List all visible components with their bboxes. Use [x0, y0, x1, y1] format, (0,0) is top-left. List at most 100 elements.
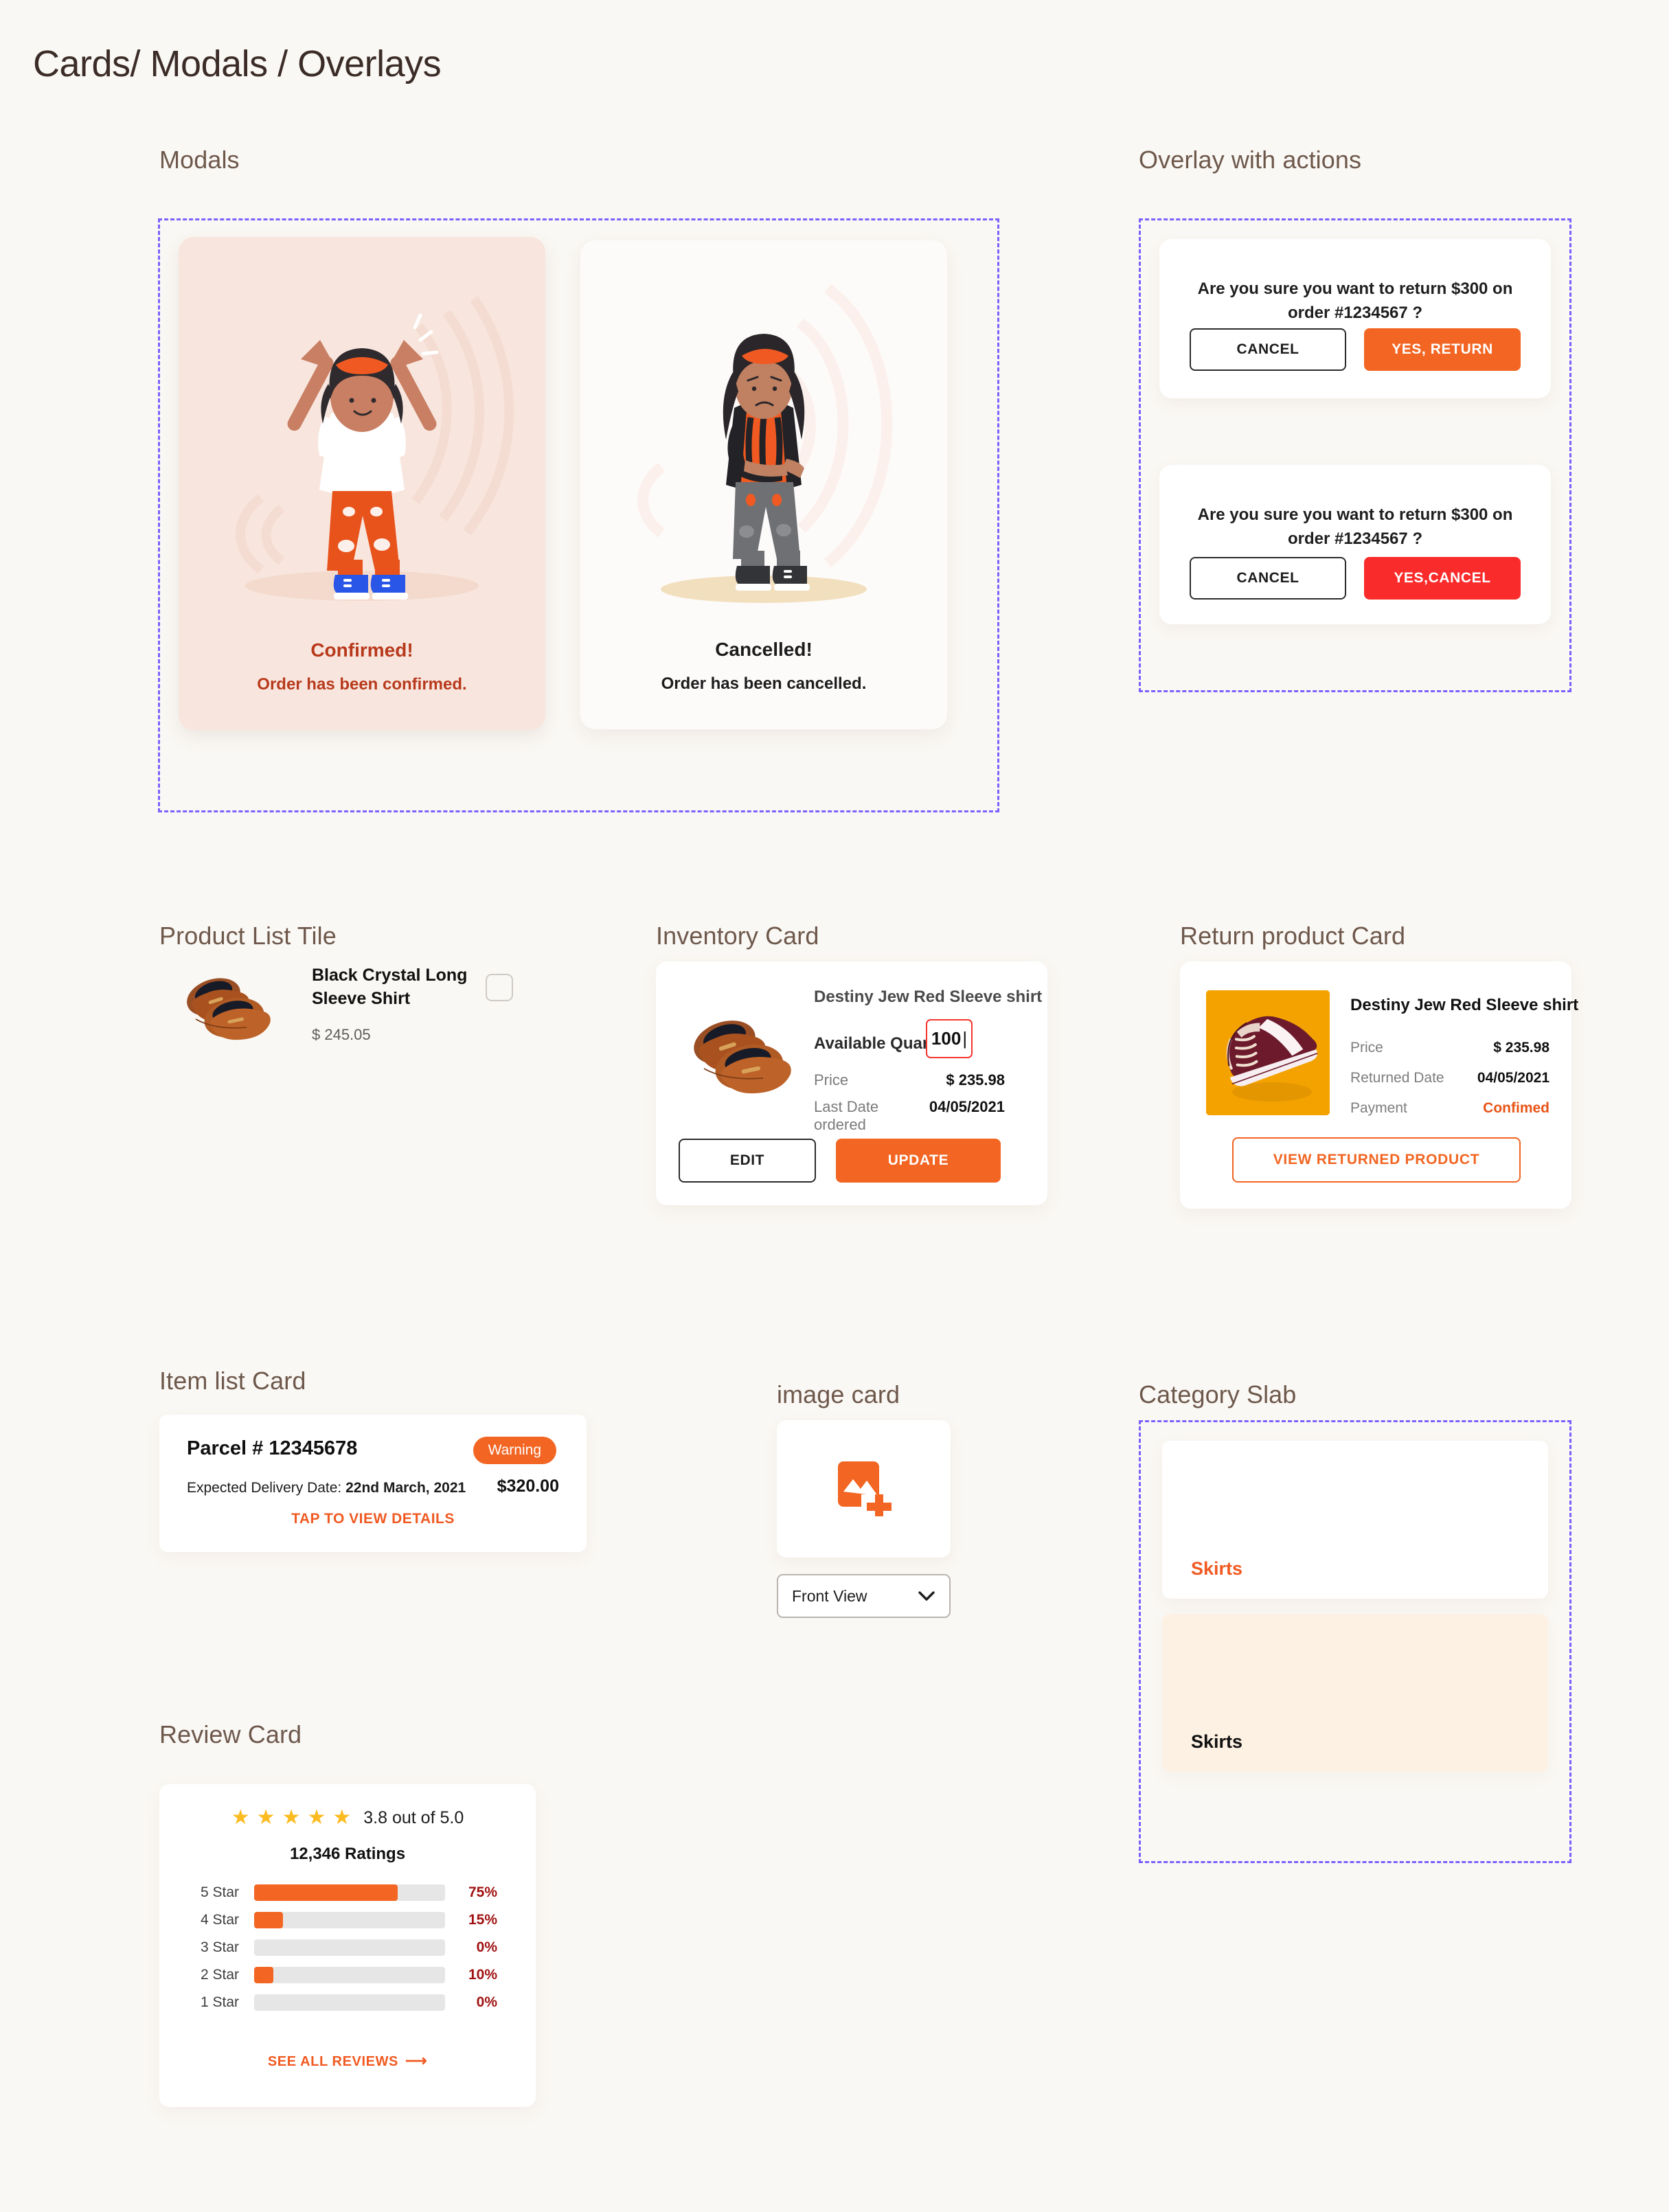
rating-bar-track: [254, 1967, 445, 1983]
modal-subtitle: Order has been cancelled.: [661, 674, 867, 693]
category-slab-cream[interactable]: Skirts: [1162, 1614, 1548, 1772]
update-button[interactable]: UPDATE: [836, 1139, 1001, 1183]
brown-loafers-image: [694, 1021, 791, 1094]
view-returned-product-button[interactable]: VIEW RETURNED PRODUCT: [1232, 1137, 1521, 1183]
product-price: $ 245.05: [312, 1026, 371, 1043]
section-label-item-list-card: Item list Card: [159, 1367, 306, 1395]
category-label: Skirts: [1191, 1731, 1243, 1752]
row-value: 04/05/2021: [929, 1098, 1005, 1115]
return-row-date: Returned Date 04/05/2021: [1350, 1070, 1549, 1086]
rating-bar-percent: 75%: [468, 1884, 497, 1900]
inventory-product-title: Destiny Jew Red Sleeve shirt: [814, 988, 1043, 1006]
rating-bar-row: 4 Star 15%: [201, 1912, 497, 1928]
edit-button[interactable]: EDIT: [679, 1139, 816, 1183]
yes-cancel-button[interactable]: YES,CANCEL: [1364, 557, 1521, 600]
product-select-checkbox[interactable]: [486, 974, 513, 1001]
see-all-reviews-link[interactable]: SEE ALL REVIEWS ⟶: [159, 2052, 536, 2070]
section-label-review-card: Review Card: [159, 1720, 302, 1748]
rating-bar-fill: [254, 1912, 283, 1928]
status-badge: Confimed: [1483, 1100, 1549, 1116]
cancel-button[interactable]: CANCEL: [1190, 328, 1346, 371]
rating-bar-percent: 0%: [476, 1994, 497, 2010]
expected-delivery-date: Expected Delivery Date: 22nd March, 2021: [187, 1480, 466, 1496]
yes-return-button[interactable]: YES, RETURN: [1364, 328, 1521, 371]
overlay-dialog-return: Are you sure you want to return $300 on …: [1159, 239, 1551, 398]
delivery-prefix: Expected Delivery Date:: [187, 1480, 346, 1496]
rating-bar-track: [254, 1994, 445, 2011]
maroon-sneaker-image: [1206, 990, 1330, 1115]
modal-confirmed-texts: Confirmed! Order has been confirmed.: [179, 639, 545, 694]
section-label-product-list-tile: Product List Tile: [159, 922, 337, 950]
row-value: $ 235.98: [1493, 1040, 1549, 1056]
rating-bar-label: 4 Star: [201, 1912, 240, 1928]
dialog-question: Are you sure you want to return $300 on …: [1197, 505, 1513, 548]
star-icon: ★: [307, 1806, 326, 1829]
cancel-button[interactable]: CANCEL: [1190, 557, 1346, 600]
rating-bar-percent: 15%: [468, 1912, 497, 1928]
inventory-card: Destiny Jew Red Sleeve shirt Available Q…: [656, 961, 1047, 1205]
chevron-down-icon: [918, 1591, 935, 1601]
modal-cancelled[interactable]: Cancelled! Order has been cancelled.: [580, 240, 947, 729]
image-card[interactable]: [777, 1420, 951, 1558]
product-list-tile[interactable]: Black Crystal Long Sleeve Shirt $ 245.05: [159, 961, 516, 1051]
modal-title: Confirmed!: [310, 639, 413, 661]
modal-subtitle: Order has been confirmed.: [257, 675, 467, 694]
rating-bar-percent: 10%: [468, 1967, 497, 1983]
rating-bar-row: 2 Star 10%: [201, 1967, 497, 1983]
section-label-overlay: Overlay with actions: [1139, 146, 1362, 174]
row-value: 04/05/2021: [1477, 1070, 1549, 1086]
section-label-modals: Modals: [159, 146, 240, 174]
return-product-title: Destiny Jew Red Sleeve shirt: [1350, 996, 1579, 1014]
dialog-question: Are you sure you want to return $300 on …: [1197, 280, 1513, 322]
arrow-right-icon: ⟶: [405, 2052, 428, 2069]
status-badge: Warning: [473, 1437, 556, 1464]
delivery-date: 22nd March, 2021: [345, 1480, 466, 1496]
rating-bar-track: [254, 1884, 445, 1901]
rating-bar-row: 5 Star 75%: [201, 1884, 497, 1901]
dialog-actions: CANCEL YES,CANCEL: [1190, 557, 1521, 600]
rating-bar-label: 5 Star: [201, 1884, 240, 1900]
star-icon: ★: [231, 1806, 250, 1829]
amount: $320.00: [497, 1476, 559, 1496]
happy-woman-illustration: [236, 295, 514, 601]
return-row-payment: Payment Confimed: [1350, 1100, 1549, 1117]
rating-bar-row: 3 Star 0%: [201, 1939, 497, 1956]
ratings-count: 12,346 Ratings: [289, 1845, 406, 1863]
rating-bar-label: 1 Star: [201, 1994, 240, 2010]
page-title: Cards/ Modals / Overlays: [33, 43, 442, 84]
overlay-dialog-cancel: Are you sure you want to return $300 on …: [1159, 465, 1551, 624]
view-select-value: Front View: [792, 1586, 867, 1605]
parcel-number: Parcel # 12345678: [187, 1437, 358, 1459]
product-name: Black Crystal Long Sleeve Shirt: [312, 966, 468, 1008]
see-all-reviews-label: SEE ALL REVIEWS: [267, 2054, 398, 2069]
rating-bar-label: 2 Star: [201, 1967, 240, 1983]
item-list-card[interactable]: Parcel # 12345678 Warning Expected Deliv…: [159, 1415, 587, 1552]
row-value: $ 235.98: [946, 1071, 1005, 1088]
return-product-card: Destiny Jew Red Sleeve shirt Price $ 235…: [1180, 961, 1578, 1209]
section-label-category-slab: Category Slab: [1139, 1380, 1297, 1409]
rating-distribution-chart: 5 Star 75% 4 Star 15% 3 Star 0% 2 Star 10% 1 Sta…: [201, 1884, 497, 2022]
modal-title: Cancelled!: [715, 639, 813, 660]
review-card: ★ ★ ★ ★ ★ 3.8 out of 5.0 12,346 Ratings …: [159, 1784, 536, 2107]
rating-bar-label: 3 Star: [201, 1939, 240, 1955]
section-label-return-product-card: Return product Card: [1180, 922, 1406, 950]
inventory-row-price: Price $ 235.98: [814, 1071, 1005, 1089]
quantity-value: 100: [931, 1028, 962, 1049]
return-row-price: Price $ 235.98: [1350, 1040, 1549, 1056]
dialog-actions: CANCEL YES, RETURN: [1190, 328, 1521, 371]
view-select[interactable]: Front View: [777, 1574, 951, 1618]
rating-bar-row: 1 Star 0%: [201, 1994, 497, 2011]
category-label: Skirts: [1191, 1558, 1243, 1579]
modal-confirmed[interactable]: Confirmed! Order has been confirmed.: [179, 237, 545, 730]
brown-loafers-image: [187, 978, 271, 1040]
tap-to-view-details-link[interactable]: TAP TO VIEW DETAILS: [159, 1511, 587, 1527]
section-label-inventory-card: Inventory Card: [656, 922, 819, 950]
rating-score-text: 3.8 out of 5.0: [363, 1808, 464, 1827]
quantity-input[interactable]: 100 |: [926, 1019, 973, 1058]
star-icon: ★: [332, 1806, 352, 1829]
category-slab-white[interactable]: Skirts: [1162, 1441, 1548, 1599]
star-icon: ★: [256, 1806, 275, 1829]
row-key: Price: [1350, 1040, 1383, 1056]
row-key: Payment: [1350, 1100, 1407, 1116]
star-icon: ★: [282, 1806, 301, 1829]
